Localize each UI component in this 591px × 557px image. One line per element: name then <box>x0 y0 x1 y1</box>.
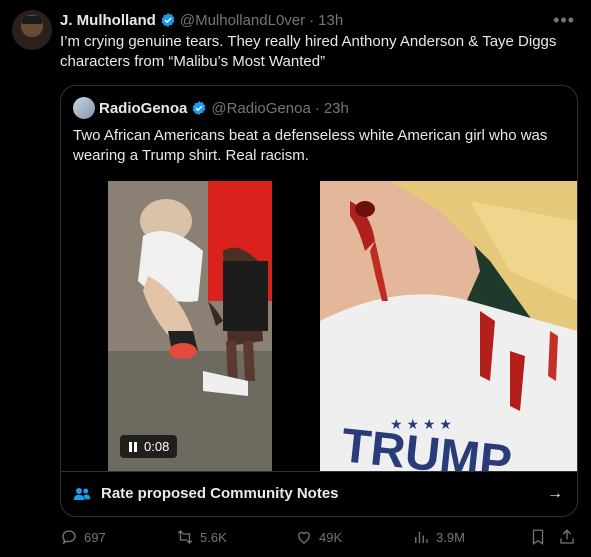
video-duration: 0:08 <box>144 439 170 454</box>
quoted-author-name: RadioGenoa <box>99 99 188 117</box>
video-duration-badge: 0:08 <box>120 435 178 458</box>
photo-art: TRUMP ★ ★ ★ ★ <box>320 181 577 471</box>
tweet-time[interactable]: 13h <box>318 12 343 29</box>
arrow-right-icon: → <box>547 485 563 502</box>
separator-dot: · <box>314 99 320 117</box>
share-button[interactable] <box>558 528 576 546</box>
video-thumbnail[interactable]: 0:08 <box>108 181 272 471</box>
more-icon[interactable]: ••• <box>553 10 575 31</box>
quoted-author-handle: @RadioGenoa <box>211 99 311 117</box>
verified-badge-icon <box>192 101 206 115</box>
tweet-text: I’m crying genuine tears. They really hi… <box>60 33 557 70</box>
video-frame-art <box>108 181 272 471</box>
tweet-header: J. Mulholland @MulhollandL0ver · 13h <box>60 10 579 30</box>
separator-dot: · <box>309 11 315 29</box>
bookmark-icon <box>532 529 544 546</box>
community-notes-icon <box>73 488 91 500</box>
quoted-text: Two African Americans beat a defenseless… <box>73 127 548 164</box>
repost-button[interactable]: 5.6K <box>176 528 227 546</box>
like-icon <box>298 531 310 544</box>
like-button[interactable]: 49K <box>295 528 342 546</box>
like-count: 49K <box>319 529 343 545</box>
repost-icon <box>177 530 193 544</box>
pause-icon <box>129 441 137 452</box>
views-count: 3.9M <box>436 529 465 545</box>
quoted-avatar <box>73 97 95 119</box>
quoted-time: 23h <box>323 99 349 117</box>
verified-badge-icon <box>161 13 175 27</box>
reply-icon <box>62 530 76 545</box>
quoted-header: RadioGenoa @RadioGenoa · 23h <box>73 97 349 119</box>
community-notes-label: Rate proposed Community Notes <box>101 485 339 502</box>
bookmark-button[interactable] <box>529 528 547 546</box>
author-avatar[interactable] <box>12 10 52 50</box>
author-handle[interactable]: @MulhollandL0ver <box>180 12 305 29</box>
views-button[interactable]: 3.9M <box>412 528 465 546</box>
author-name[interactable]: J. Mulholland <box>60 12 156 29</box>
quoted-tweet[interactable]: RadioGenoa @RadioGenoa · 23h Two African… <box>60 85 578 517</box>
action-bar: 697 5.6K 49K 3.9M <box>60 528 580 550</box>
share-icon <box>560 529 574 544</box>
photo-thumbnail[interactable]: TRUMP ★ ★ ★ ★ <box>320 181 577 471</box>
reply-count: 697 <box>84 529 106 545</box>
repost-count: 5.6K <box>200 529 227 545</box>
reply-button[interactable]: 697 <box>60 528 106 546</box>
media-grid: 0:08 TRUMP ★ ★ ★ ★ <box>61 181 577 471</box>
community-notes-bar[interactable]: Rate proposed Community Notes → <box>61 471 577 516</box>
svg-text:★ ★ ★ ★: ★ ★ ★ ★ <box>390 416 452 432</box>
views-icon <box>415 531 428 543</box>
